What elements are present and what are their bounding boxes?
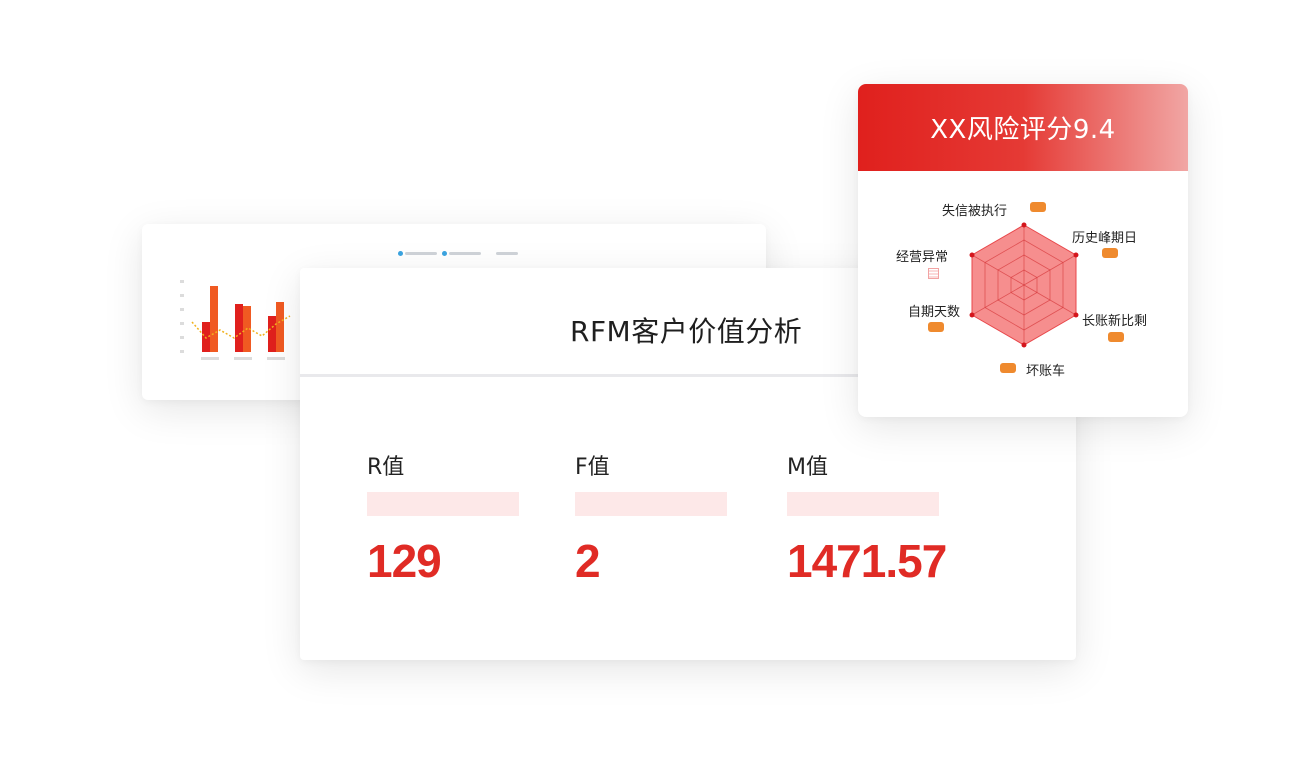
bar bbox=[210, 286, 218, 352]
rfm-title: RFM客户价值分析 bbox=[570, 315, 803, 348]
pagination-segment bbox=[496, 252, 518, 255]
radar-vertex bbox=[1021, 342, 1027, 348]
metric-bar bbox=[787, 492, 939, 516]
y-tick bbox=[180, 280, 184, 283]
radar-tag bbox=[1108, 332, 1124, 342]
metric-bar bbox=[367, 492, 519, 516]
y-tick bbox=[180, 350, 184, 353]
radar-tag bbox=[928, 322, 944, 332]
pagination-segment bbox=[449, 252, 481, 255]
metric-bar bbox=[575, 492, 727, 516]
grid-icon bbox=[928, 268, 939, 279]
metric-value: 129 bbox=[367, 535, 442, 587]
radar-vertex bbox=[969, 252, 975, 258]
metric-m: M值 1471.57 bbox=[787, 454, 947, 588]
bar bbox=[276, 302, 284, 352]
radar-label: 失信被执行 bbox=[942, 204, 1008, 219]
radar-vertex bbox=[969, 312, 975, 318]
pagination-segment bbox=[405, 252, 437, 255]
metric-r: R值 129 bbox=[367, 454, 519, 588]
mini-bar-chart bbox=[180, 280, 291, 360]
metric-f: F值 2 bbox=[575, 454, 727, 588]
risk-header: XX风险评分9.4 bbox=[858, 84, 1188, 171]
y-tick bbox=[180, 336, 184, 339]
radar-label: 坏账车 bbox=[1026, 364, 1066, 379]
metric-value: 1471.57 bbox=[787, 535, 947, 587]
y-tick bbox=[180, 322, 184, 325]
radar-vertex bbox=[1021, 222, 1027, 228]
rfm-divider bbox=[300, 374, 860, 377]
metric-label: R值 bbox=[367, 455, 405, 480]
radar-label: 长账新比剩 bbox=[1082, 314, 1148, 329]
bar bbox=[235, 304, 243, 352]
radar-vertex bbox=[1073, 252, 1079, 258]
radar-label: 经营异常 bbox=[896, 250, 949, 265]
bar bbox=[268, 316, 276, 352]
radar-chart bbox=[969, 222, 1079, 348]
radar-tag bbox=[1030, 202, 1046, 212]
radar-label: 自期天数 bbox=[908, 305, 961, 320]
radar-tag bbox=[1102, 248, 1118, 258]
pagination-dot-active bbox=[442, 251, 447, 256]
pagination-dots bbox=[398, 250, 538, 256]
risk-score-card: XX风险评分9.4 失信被执行 历史峰期日 长账新比剩 坏账车 自期天数 经营异… bbox=[858, 84, 1188, 417]
metric-label: F值 bbox=[575, 455, 610, 480]
x-tick bbox=[267, 357, 285, 360]
radar-label: 历史峰期日 bbox=[1072, 231, 1138, 246]
metric-label: M值 bbox=[787, 455, 828, 480]
x-tick bbox=[201, 357, 219, 360]
pagination-dot-active bbox=[398, 251, 403, 256]
risk-title: XX风险评分9.4 bbox=[930, 115, 1116, 145]
y-tick bbox=[180, 294, 184, 297]
radar-vertex bbox=[1073, 312, 1079, 318]
y-tick bbox=[180, 308, 184, 311]
x-tick bbox=[234, 357, 252, 360]
metric-value: 2 bbox=[575, 535, 601, 587]
radar-tag bbox=[1000, 363, 1016, 373]
